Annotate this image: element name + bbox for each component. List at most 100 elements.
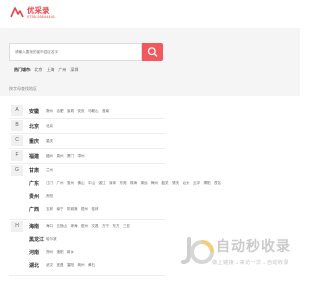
city-link[interactable]: 梅州	[151, 181, 158, 185]
city-link[interactable]: 合肥	[57, 109, 64, 113]
city-link[interactable]: 深圳	[109, 181, 116, 185]
region-title: 按字母查找地区	[9, 86, 37, 91]
city-link[interactable]: 安庆	[78, 109, 85, 113]
letter-group-row: H 海南 海口 五指山 琼海 儋州 文昌 万宁 东方 三亚黑龙江 哈尔滨河南 郑州 洛阳 新乡湖北 武汉 宜昌…	[9, 220, 165, 276]
city-link[interactable]: 清远	[141, 181, 148, 185]
province-name[interactable]: 河南	[29, 249, 39, 256]
city-link[interactable]: 江门	[46, 181, 53, 185]
city-link[interactable]: 琼海	[71, 224, 78, 228]
city-link[interactable]: 漳州	[78, 154, 85, 158]
province-name[interactable]: 广东	[29, 180, 39, 187]
city-list: 玉林 南宁 防城港 梧州 桂林	[46, 207, 102, 212]
province-name[interactable]: 北京	[29, 123, 39, 130]
city-link[interactable]: 马鞍山	[88, 109, 99, 113]
city-link[interactable]: 防城港	[67, 207, 78, 211]
province-name[interactable]: 重庆	[29, 138, 39, 145]
city-link[interactable]: 梧州	[81, 207, 88, 211]
city-link[interactable]: 重庆	[46, 139, 53, 143]
watermark-title: 自动秒收录	[216, 238, 291, 254]
city-link[interactable]: 桂林	[92, 207, 99, 211]
city-link[interactable]: 福州	[46, 154, 53, 158]
city-list: 武汉 宜昌 襄阳 荆州 黄石	[46, 263, 99, 268]
city-link[interactable]: 洛阳	[57, 250, 64, 254]
city-link[interactable]: 珠海	[130, 181, 137, 185]
city-link[interactable]: 淮南	[102, 109, 109, 113]
province-name[interactable]: 甘肃	[29, 167, 39, 174]
hot-cities-label: 热门城市:	[14, 67, 32, 72]
letter-badge[interactable]: B	[11, 120, 23, 131]
search-icon	[147, 47, 158, 57]
city-link[interactable]: 五指山	[57, 224, 68, 228]
city-link[interactable]: 黄石	[88, 263, 95, 267]
hot-city-link[interactable]: 北京	[34, 67, 42, 72]
city-link[interactable]: 贵阳	[46, 194, 53, 198]
city-list: 郑州 洛阳 新乡	[46, 250, 78, 255]
city-link[interactable]: 儋州	[81, 224, 88, 228]
city-link[interactable]: 惠州	[67, 181, 74, 185]
city-link[interactable]: 郑州	[46, 250, 53, 254]
province-name[interactable]: 湖北	[29, 262, 39, 269]
search-button[interactable]	[142, 43, 163, 61]
city-link[interactable]: 万宁	[102, 224, 109, 228]
city-link[interactable]: 海口	[46, 224, 53, 228]
watermark-logo-icon	[181, 237, 214, 264]
city-list: 哈尔滨	[46, 237, 60, 242]
province-name[interactable]: 贵州	[29, 193, 39, 200]
logo-phone: 0755-26644441	[27, 14, 56, 19]
province-name[interactable]: 福建	[29, 153, 39, 160]
city-link[interactable]: 玉林	[46, 207, 53, 211]
city-link[interactable]: 襄阳	[67, 263, 74, 267]
city-link[interactable]: 文昌	[92, 224, 99, 228]
search-input[interactable]	[9, 43, 142, 61]
city-link[interactable]: 三亚	[123, 224, 130, 228]
province-name[interactable]: 海南	[29, 223, 39, 230]
city-link[interactable]: 东方	[113, 224, 120, 228]
city-list: 北京	[46, 124, 57, 129]
city-link[interactable]: 荆州	[78, 263, 85, 267]
city-link[interactable]: 泉州	[57, 154, 64, 158]
city-link[interactable]: 宣城	[67, 109, 74, 113]
city-list: 滁州 合肥 宣城 安庆 马鞍山 淮南	[46, 109, 113, 114]
city-link[interactable]: 武汉	[46, 263, 53, 267]
logo-icon[interactable]	[10, 6, 24, 18]
city-link[interactable]: 宜昌	[57, 263, 64, 267]
city-link[interactable]: 新乡	[67, 250, 74, 254]
hot-city-link[interactable]: 上海	[46, 67, 54, 72]
city-link[interactable]: 茂名	[214, 181, 221, 185]
letter-badge[interactable]: F	[11, 150, 23, 161]
city-link[interactable]: 厦门	[67, 154, 74, 158]
city-link[interactable]: 滁州	[46, 109, 53, 113]
city-list: 兰州	[46, 168, 57, 173]
province-name[interactable]: 广西	[29, 206, 39, 213]
city-link[interactable]: 佛山	[78, 181, 85, 185]
city-link[interactable]: 揭阳	[204, 181, 211, 185]
city-link[interactable]: 广州	[57, 181, 64, 185]
letter-group-row: B 北京 北京	[9, 119, 165, 134]
province-name[interactable]: 黑龙江	[29, 236, 44, 243]
letter-badge[interactable]: A	[11, 105, 23, 116]
city-link[interactable]: 汕头	[183, 181, 190, 185]
city-link[interactable]: 湛江	[99, 181, 106, 185]
city-link[interactable]: 韶关	[162, 181, 169, 185]
city-link[interactable]: 东莞	[120, 181, 127, 185]
city-list: 重庆	[46, 139, 57, 144]
letter-badge[interactable]: C	[11, 135, 23, 146]
hot-city-link[interactable]: 广州	[58, 67, 66, 72]
city-link[interactable]: 肇庆	[172, 181, 179, 185]
letter-index: A 安徽 滁州 合肥 宣城 安庆 马鞍山 淮南 B 北京 北京 C 重庆 重庆 F 福建 福州 泉州 厦门 漳州 G 甘肃…	[9, 104, 221, 276]
watermark: 自动秒收录 做上链接→来访一次→自动收录	[174, 232, 296, 274]
search-section: 热门城市:北京上海广州深圳	[0, 28, 300, 96]
city-link[interactable]: 哈尔滨	[46, 237, 57, 241]
hot-city-link[interactable]: 深圳	[70, 67, 78, 72]
letter-group-row: A 安徽 滁州 合肥 宣城 安庆 马鞍山 淮南	[9, 104, 165, 119]
letter-badge[interactable]: H	[11, 221, 23, 232]
city-link[interactable]: 北京	[46, 124, 53, 128]
letter-badge[interactable]: G	[11, 165, 23, 176]
city-list: 江门 广州 惠州 佛山 中山 湛江 深圳 东莞 珠海 清远 梅州 韶关 肇庆 汕头 云浮 揭阳 茂名	[46, 181, 225, 186]
city-link[interactable]: 南宁	[57, 207, 64, 211]
site-header: 优采录 0755-26644441	[0, 0, 300, 28]
city-link[interactable]: 兰州	[46, 168, 53, 172]
province-name[interactable]: 安徽	[29, 108, 39, 115]
city-link[interactable]: 中山	[88, 181, 95, 185]
city-link[interactable]: 云浮	[193, 181, 200, 185]
